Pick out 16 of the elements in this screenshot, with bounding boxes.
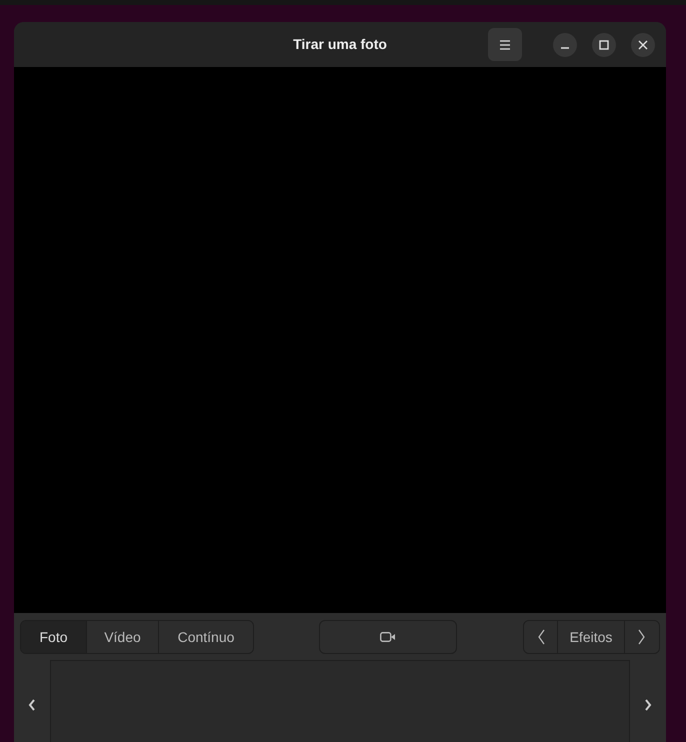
chevron-right-icon: [644, 699, 652, 711]
mode-tab[interactable]: Foto: [21, 621, 87, 653]
maximize-button[interactable]: [592, 32, 616, 56]
previous-effects-button[interactable]: [524, 621, 558, 653]
minimize-button[interactable]: [553, 32, 577, 56]
video-camera-icon: [380, 632, 396, 642]
menu-icon: [499, 40, 511, 50]
menu-button[interactable]: [488, 28, 522, 61]
chevron-left-icon: [28, 699, 36, 711]
close-button[interactable]: [631, 32, 655, 56]
maximize-icon: [599, 40, 609, 50]
minimize-icon: [561, 46, 569, 48]
close-icon: [638, 40, 648, 50]
chevron-left-icon: [536, 629, 544, 645]
window-title: Tirar uma foto: [293, 36, 387, 52]
chevron-right-icon: [638, 629, 646, 645]
